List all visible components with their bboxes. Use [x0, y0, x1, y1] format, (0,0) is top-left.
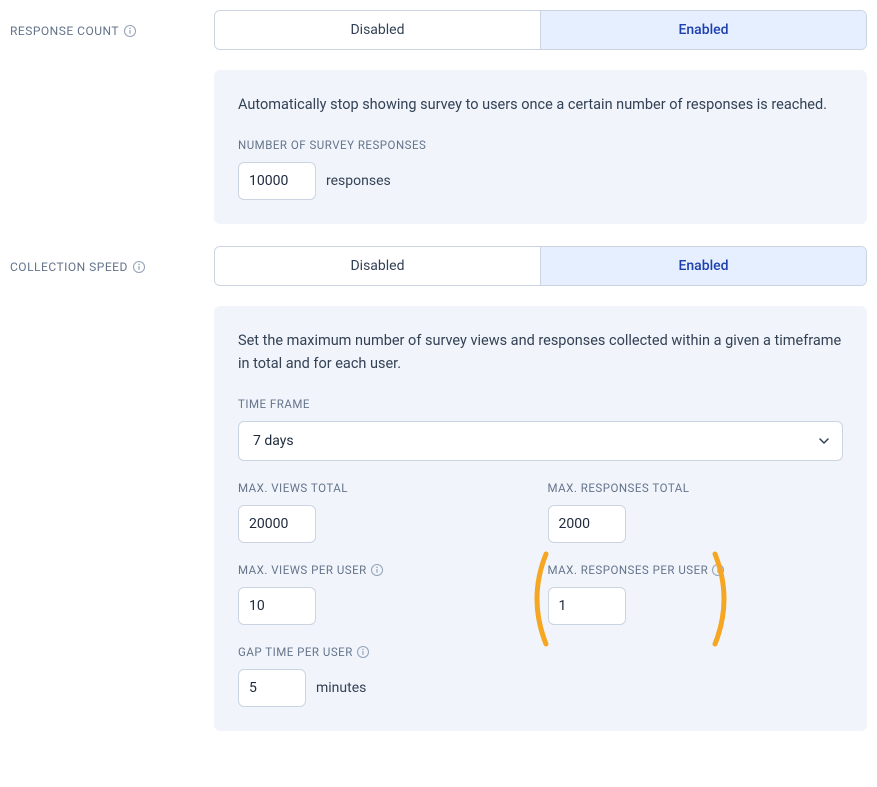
max-views-per-user-input[interactable]: [238, 587, 316, 625]
info-icon[interactable]: [132, 260, 146, 274]
response-count-enabled-button[interactable]: Enabled: [540, 11, 866, 49]
survey-responses-label: NUMBER OF SURVEY RESPONSES: [238, 138, 843, 152]
response-count-panel: Automatically stop showing survey to use…: [214, 70, 867, 224]
survey-responses-suffix: responses: [326, 173, 391, 189]
gap-time-suffix: minutes: [316, 680, 366, 696]
max-responses-total-label: MAX. RESPONSES TOTAL: [548, 481, 844, 495]
info-icon[interactable]: [356, 645, 370, 659]
collection-speed-label: COLLECTION SPEED: [10, 246, 198, 731]
max-responses-per-user-label: MAX. RESPONSES PER USER: [548, 563, 844, 577]
max-responses-per-user-input[interactable]: [548, 587, 626, 625]
max-responses-total-input[interactable]: [548, 505, 626, 543]
response-count-disabled-button[interactable]: Disabled: [215, 11, 540, 49]
time-frame-select[interactable]: 7 days: [238, 421, 843, 461]
response-count-description: Automatically stop showing survey to use…: [238, 94, 843, 116]
response-count-label: RESPONSE COUNT: [10, 10, 198, 224]
collection-speed-toggle: Disabled Enabled: [214, 246, 867, 286]
info-icon[interactable]: [370, 563, 384, 577]
collection-speed-enabled-button[interactable]: Enabled: [540, 247, 866, 285]
response-count-label-text: RESPONSE COUNT: [10, 24, 119, 38]
gap-time-per-user-label: GAP TIME PER USER: [238, 645, 843, 659]
collection-speed-label-text: COLLECTION SPEED: [10, 260, 128, 274]
max-views-total-input[interactable]: [238, 505, 316, 543]
info-icon[interactable]: [711, 563, 725, 577]
max-views-per-user-label: MAX. VIEWS PER USER: [238, 563, 534, 577]
max-views-total-label: MAX. VIEWS TOTAL: [238, 481, 534, 495]
time-frame-label: TIME FRAME: [238, 397, 843, 411]
response-count-toggle: Disabled Enabled: [214, 10, 867, 50]
collection-speed-disabled-button[interactable]: Disabled: [215, 247, 540, 285]
gap-time-per-user-input[interactable]: [238, 669, 306, 707]
info-icon[interactable]: [123, 24, 137, 38]
survey-responses-input[interactable]: [238, 162, 316, 200]
collection-speed-description: Set the maximum number of survey views a…: [238, 330, 843, 375]
collection-speed-panel: Set the maximum number of survey views a…: [214, 306, 867, 731]
